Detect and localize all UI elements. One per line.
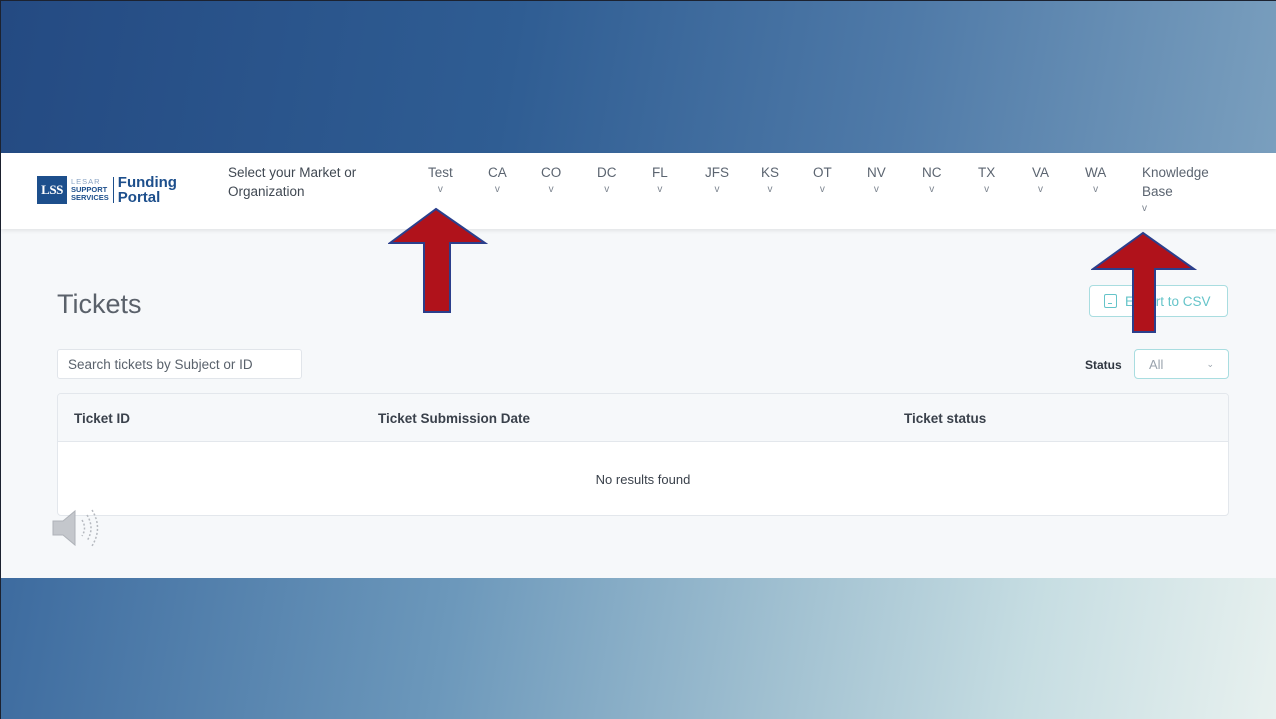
nav-item-test[interactable]: Test v [428, 163, 453, 198]
status-filter-label: Status [1085, 358, 1122, 372]
chevron-down-icon: ⌄ [1206, 358, 1214, 369]
logo-product-name: Funding Portal [117, 174, 177, 206]
nav-item-dc[interactable]: DC v [597, 163, 617, 198]
chevron-down-icon: v [1142, 203, 1147, 214]
chevron-down-icon: v [873, 184, 879, 195]
chevron-down-icon: v [657, 184, 663, 195]
logo-badge: LSS [37, 176, 67, 204]
slide-background-bottom [1, 578, 1276, 719]
brand-logo[interactable]: LSS LESAR SUPPORT SERVICES Funding Porta… [37, 173, 177, 207]
nav-item-ks[interactable]: KS v [761, 163, 779, 198]
chevron-down-icon: v [548, 184, 554, 195]
status-filter-select[interactable]: All ⌄ [1134, 349, 1229, 379]
nav-item-co[interactable]: CO v [541, 163, 561, 198]
nav-item-ca[interactable]: CA v [488, 163, 507, 198]
chevron-down-icon: v [604, 184, 610, 195]
nav-item-fl[interactable]: FL v [652, 163, 668, 198]
slide-background-top [1, 1, 1276, 153]
nav-item-ot[interactable]: OT v [813, 163, 832, 198]
chevron-down-icon: v [767, 184, 773, 195]
app-window: LSS LESAR SUPPORT SERVICES Funding Porta… [1, 153, 1276, 578]
empty-state-message: No results found [595, 471, 691, 487]
chevron-down-icon: v [929, 184, 935, 195]
nav-item-tx[interactable]: TX v [978, 163, 995, 198]
column-header-submission-date[interactable]: Ticket Submission Date [378, 411, 530, 426]
chevron-down-icon: v [984, 184, 990, 195]
logo-divider [112, 177, 114, 203]
nav-item-nv[interactable]: NV v [867, 163, 886, 198]
chevron-down-icon: v [437, 184, 443, 195]
nav-item-wa[interactable]: WA v [1085, 163, 1106, 198]
top-navbar: LSS LESAR SUPPORT SERVICES Funding Porta… [1, 153, 1276, 229]
nav-item-knowledge-base[interactable]: Knowledge Base v [1142, 163, 1209, 217]
market-select-label: Select your Market or Organization [228, 165, 357, 199]
page-title: Tickets [57, 289, 142, 319]
column-header-ticket-status[interactable]: Ticket status [904, 411, 986, 426]
chevron-down-icon: v [1093, 184, 1099, 195]
annotation-arrow-up [388, 207, 488, 313]
tickets-table: Ticket ID Ticket Submission Date Ticket … [57, 393, 1229, 516]
chevron-down-icon: v [714, 184, 720, 195]
nav-item-jfs[interactable]: JFS v [705, 163, 729, 198]
column-header-ticket-id[interactable]: Ticket ID [74, 411, 130, 426]
speaker-icon[interactable] [51, 504, 109, 552]
chevron-down-icon: v [819, 184, 825, 195]
chevron-down-icon: v [1038, 184, 1043, 195]
chevron-down-icon: v [494, 184, 500, 195]
nav-item-va[interactable]: VA v [1032, 163, 1049, 198]
nav-item-nc[interactable]: NC v [922, 163, 942, 198]
search-input[interactable] [57, 349, 302, 379]
annotation-arrow-up [1091, 231, 1197, 333]
logo-company-name: LESAR SUPPORT SERVICES [71, 177, 109, 202]
table-header: Ticket ID Ticket Submission Date Ticket … [58, 394, 1228, 442]
